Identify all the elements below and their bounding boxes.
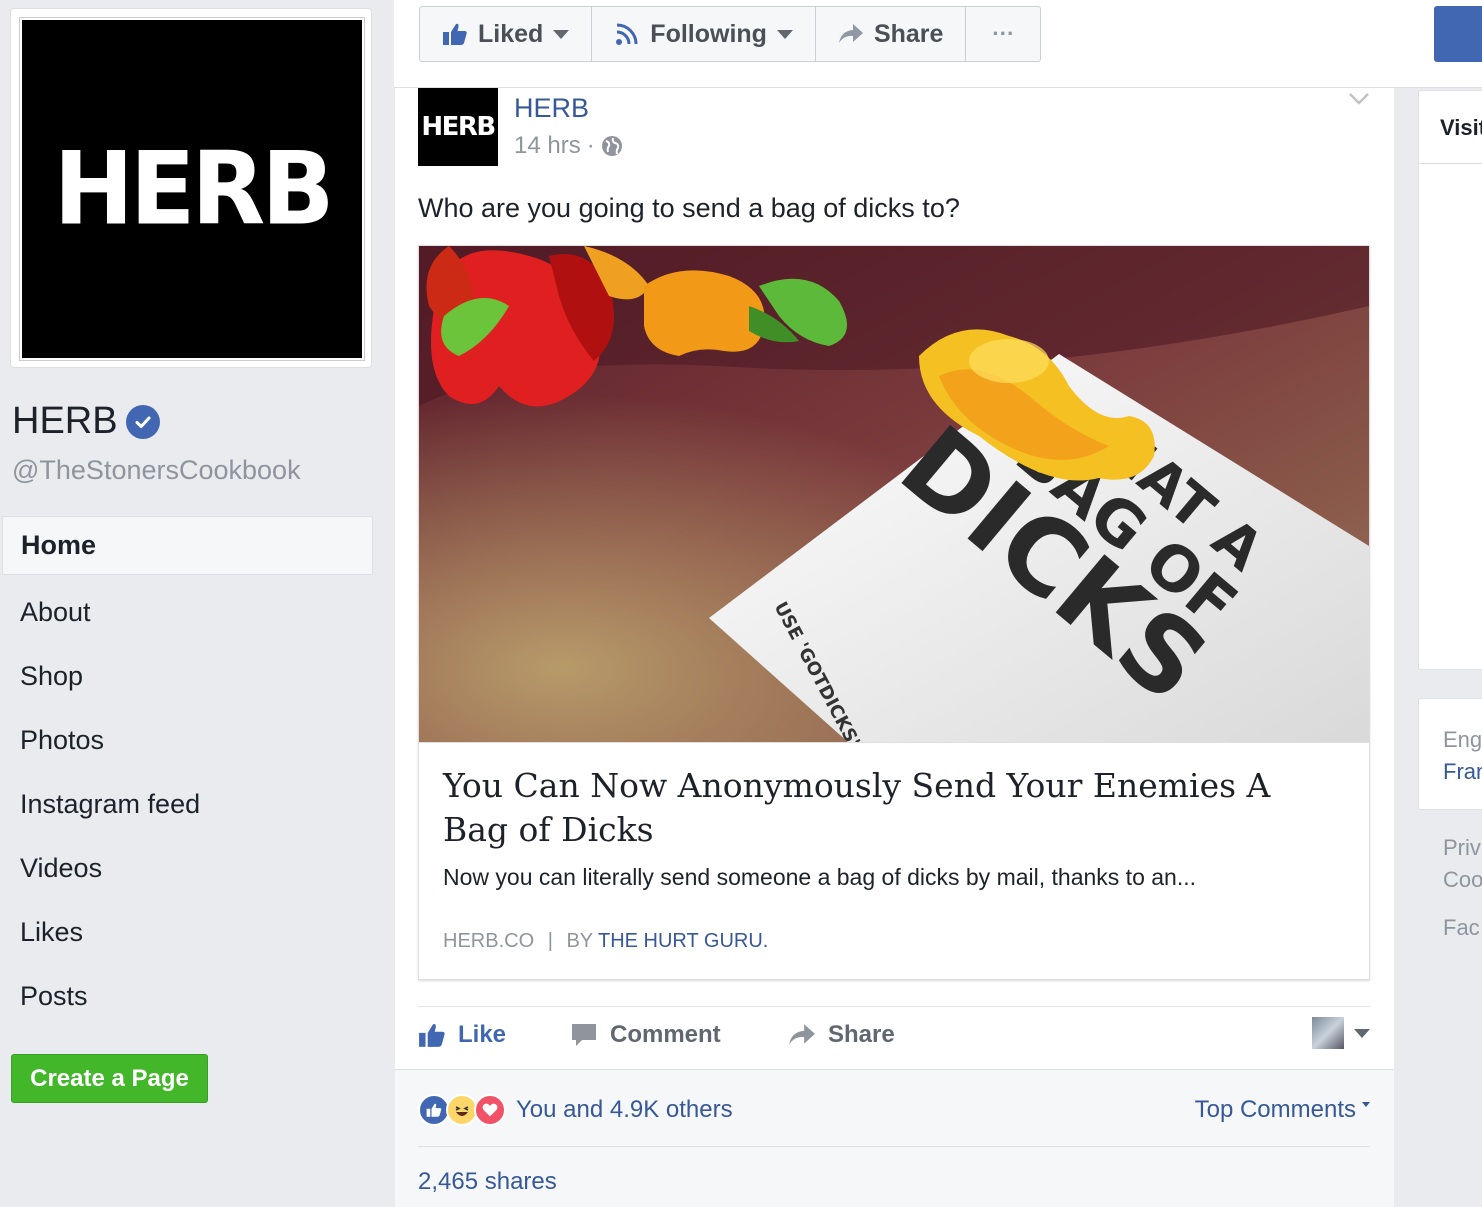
comment-bubble-icon — [570, 1022, 598, 1048]
post-options-chevron-icon[interactable] — [1348, 92, 1370, 111]
thumbs-up-icon — [442, 22, 468, 46]
post-timestamp[interactable]: 14 hrs — [514, 132, 581, 160]
gummy-candy-photo: EAT A BAG OF DICKS USE 'GOTDICKS' FOR 20… — [419, 246, 1369, 742]
left-column: HERB HERB @TheStonersCookbook Home About… — [0, 0, 394, 1207]
link-domain: HERB.CO — [443, 930, 535, 952]
thumbs-up-icon — [418, 1022, 446, 1048]
nav-label: Likes — [20, 916, 84, 947]
page-nav: Home About Shop Photos Instagram feed Vi… — [2, 516, 373, 1028]
share-arrow-icon — [788, 1023, 816, 1047]
nav-label: Posts — [20, 980, 88, 1011]
nav-label: Videos — [20, 852, 103, 883]
link-preview-image[interactable]: EAT A BAG OF DICKS USE 'GOTDICKS' FOR 20… — [419, 246, 1369, 743]
share-label: Share — [873, 19, 944, 48]
meta-separator: · — [586, 132, 595, 159]
right-visit-card: Visit — [1418, 90, 1482, 670]
profile-card: HERB — [10, 8, 372, 368]
following-label: Following — [650, 19, 767, 48]
right-column: Visit Eng Fran Priv Coo Fac — [1418, 0, 1482, 1207]
nav-item-posts[interactable]: Posts — [2, 964, 373, 1028]
language-card: Eng Fran — [1418, 698, 1482, 810]
more-options-button[interactable]: ··· — [966, 7, 1040, 61]
divider — [418, 1146, 1370, 1147]
avatar-logo-text: HERB — [421, 112, 496, 142]
divider — [1419, 163, 1482, 164]
globe-icon — [601, 135, 623, 157]
nav-item-instagram-feed[interactable]: Instagram feed — [2, 772, 373, 836]
post-author-avatar[interactable]: HERB — [418, 88, 498, 166]
link-by-prefix: BY — [566, 930, 593, 952]
nav-item-likes[interactable]: Likes — [2, 900, 373, 964]
comment-button[interactable]: Comment — [570, 1021, 721, 1049]
post-action-bar: Like Comment Share — [418, 1006, 1370, 1068]
top-comments-dropdown[interactable]: Top Comments — [1195, 1096, 1370, 1124]
nav-item-photos[interactable]: Photos — [2, 708, 373, 772]
more-dots-icon: ··· — [992, 21, 1015, 46]
link-title[interactable]: You Can Now Anonymously Send Your Enemie… — [443, 764, 1343, 852]
comment-label: Comment — [610, 1021, 721, 1048]
rss-feed-icon — [614, 21, 640, 47]
footer-link-facebook[interactable]: Fac — [1443, 912, 1482, 944]
profile-picture[interactable]: HERB — [19, 17, 365, 361]
post-meta: 14 hrs · — [514, 132, 623, 160]
liked-label: Liked — [478, 19, 544, 48]
link-source-separator: | — [547, 930, 553, 952]
post-author-name[interactable]: HERB — [514, 93, 589, 124]
post-as-selector[interactable] — [1312, 1017, 1370, 1049]
nav-item-shop[interactable]: Shop — [2, 644, 373, 708]
language-link[interactable]: Fran — [1443, 759, 1482, 785]
current-language: Eng — [1443, 727, 1482, 752]
link-preview-card[interactable]: EAT A BAG OF DICKS USE 'GOTDICKS' FOR 20… — [418, 245, 1370, 980]
profile-logo-text: HERB — [53, 130, 334, 248]
post-card: HERB HERB 14 hrs · Who are you going to … — [395, 88, 1394, 1207]
link-author[interactable]: THE HURT GURU. — [598, 930, 768, 952]
chevron-down-icon — [1354, 1028, 1370, 1038]
nav-label: About — [20, 596, 91, 627]
share-label: Share — [828, 1021, 895, 1048]
footer-links: Priv Coo Fac — [1443, 832, 1482, 944]
page-handle: @TheStonersCookbook — [12, 455, 301, 485]
link-source: HERB.CO | BY THE HURT GURU. — [443, 930, 768, 953]
nav-label: Home — [21, 530, 97, 560]
nav-label: Shop — [20, 660, 84, 691]
page-title: HERB — [12, 400, 160, 443]
following-button[interactable]: Following — [592, 7, 816, 61]
like-button[interactable]: Like — [418, 1021, 506, 1049]
reaction-summary[interactable]: You and 4.9K others — [418, 1094, 733, 1126]
top-comments-label: Top Comments — [1194, 1096, 1356, 1123]
caret-down-icon — [1362, 1102, 1370, 1107]
nav-item-home[interactable]: Home — [2, 516, 373, 575]
like-label: Like — [458, 1021, 507, 1048]
share-button[interactable]: Share — [788, 1021, 895, 1049]
footer-link-cookies[interactable]: Coo — [1443, 864, 1482, 896]
liked-button[interactable]: Liked — [420, 7, 593, 61]
verified-badge-icon — [125, 404, 160, 439]
create-page-button[interactable]: Create a Page — [11, 1054, 208, 1103]
visit-label[interactable]: Visit — [1440, 115, 1482, 141]
page-action-bar: Liked Following Share ··· — [394, 0, 1482, 88]
viewer-avatar — [1312, 1017, 1344, 1049]
nav-item-videos[interactable]: Videos — [2, 836, 373, 900]
nav-label: Photos — [20, 724, 105, 755]
footer-link-privacy[interactable]: Priv — [1443, 832, 1482, 864]
share-arrow-icon — [838, 23, 864, 45]
chevron-down-icon — [776, 29, 793, 39]
reaction-count[interactable]: You and 4.9K others — [516, 1096, 733, 1124]
page-name-text: HERB — [12, 400, 118, 442]
nav-label: Instagram feed — [20, 788, 201, 819]
link-description: Now you can literally send someone a bag… — [443, 864, 1197, 890]
chevron-down-icon — [553, 29, 570, 39]
share-page-button[interactable]: Share — [816, 7, 967, 61]
share-count[interactable]: 2,465 shares — [418, 1168, 557, 1196]
nav-item-about[interactable]: About — [2, 580, 373, 644]
post-message: Who are you going to send a bag of dicks… — [418, 193, 960, 223]
page-action-buttons: Liked Following Share ··· — [419, 6, 1042, 62]
love-reaction-icon — [474, 1094, 506, 1126]
reactions-section: You and 4.9K others Top Comments 2,465 s… — [395, 1069, 1394, 1207]
